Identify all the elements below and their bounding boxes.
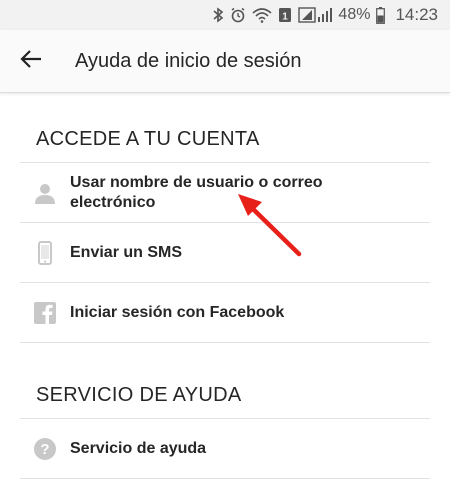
arrow-left-icon xyxy=(20,48,42,75)
clock: 14:23 xyxy=(395,5,438,24)
wifi-icon xyxy=(252,7,272,23)
battery-percent: 48% xyxy=(338,6,371,23)
section-divider xyxy=(20,342,430,343)
facebook-login-label: Iniciar sesión con Facebook xyxy=(70,303,285,321)
battery-icon xyxy=(376,6,386,24)
send-sms-option[interactable]: Enviar un SMS xyxy=(20,222,430,282)
help-center-option[interactable]: ? Servicio de ayuda xyxy=(20,418,430,478)
facebook-icon xyxy=(20,301,70,324)
help-icon: ? xyxy=(20,437,70,460)
use-username-or-email-option[interactable]: Usar nombre de usuario o correo electrón… xyxy=(20,162,430,222)
app-bar: Ayuda de inicio de sesión xyxy=(0,30,450,93)
signal-icon xyxy=(298,7,333,23)
help-center-label: Servicio de ayuda xyxy=(70,439,207,457)
svg-text:?: ? xyxy=(40,441,49,458)
send-sms-label: Enviar un SMS xyxy=(70,243,183,261)
use-username-or-email-label: Usar nombre de usuario o correo electrón… xyxy=(70,173,323,211)
sim-1-icon: 1 xyxy=(278,7,292,23)
section-header-account: ACCEDE A TU CUENTA xyxy=(36,128,260,150)
page-title: Ayuda de inicio de sesión xyxy=(75,49,302,72)
back-button[interactable] xyxy=(0,30,62,92)
facebook-login-option[interactable]: Iniciar sesión con Facebook xyxy=(20,282,430,342)
bluetooth-icon xyxy=(212,7,224,23)
alarm-icon xyxy=(230,7,246,23)
status-bar: 1 48% 14:23 xyxy=(0,0,450,30)
section-header-help: SERVICIO DE AYUDA xyxy=(36,384,242,406)
svg-text:1: 1 xyxy=(283,12,289,23)
person-icon xyxy=(20,182,70,204)
phone-icon xyxy=(20,240,70,265)
bottom-divider xyxy=(20,478,430,479)
